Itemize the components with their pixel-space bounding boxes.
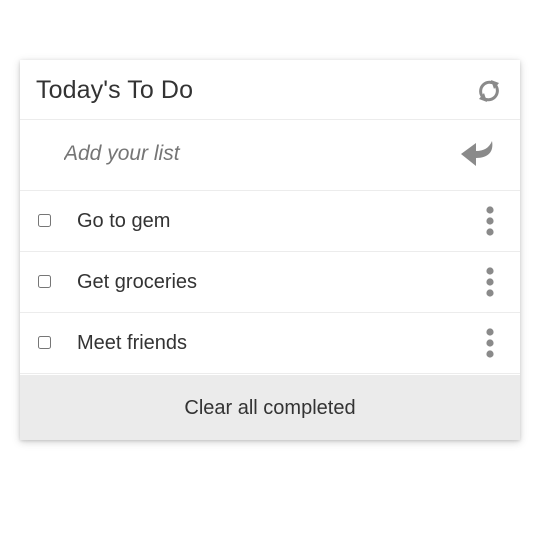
add-item-button[interactable] xyxy=(458,138,498,174)
item-menu-button[interactable] xyxy=(482,205,498,237)
item-label: Meet friends xyxy=(77,332,188,354)
add-item-row xyxy=(20,120,520,191)
page-title: Today's To Do xyxy=(36,76,194,104)
item-menu-button[interactable] xyxy=(482,327,498,359)
item-checkbox[interactable] xyxy=(38,214,51,227)
todo-header: Today's To Do xyxy=(20,60,520,120)
item-checkbox[interactable] xyxy=(38,336,51,349)
more-vertical-icon xyxy=(486,206,494,236)
more-vertical-icon xyxy=(486,267,494,297)
item-label: Get groceries xyxy=(77,271,198,293)
item-checkbox[interactable] xyxy=(38,275,51,288)
refresh-button[interactable] xyxy=(474,76,504,106)
add-item-input[interactable] xyxy=(50,138,464,170)
item-label: Go to gem xyxy=(77,210,171,232)
todo-card: Today's To Do Go to gem xyxy=(20,60,520,440)
list-item: Get groceries xyxy=(20,252,520,313)
refresh-icon xyxy=(479,80,499,102)
list-item: Meet friends xyxy=(20,313,520,374)
clear-completed-label: Clear all completed xyxy=(184,397,356,419)
more-vertical-icon xyxy=(486,328,494,358)
enter-arrow-icon xyxy=(461,141,493,166)
item-menu-button[interactable] xyxy=(482,266,498,298)
clear-completed-button[interactable]: Clear all completed xyxy=(20,375,520,440)
list-item: Go to gem xyxy=(20,191,520,252)
